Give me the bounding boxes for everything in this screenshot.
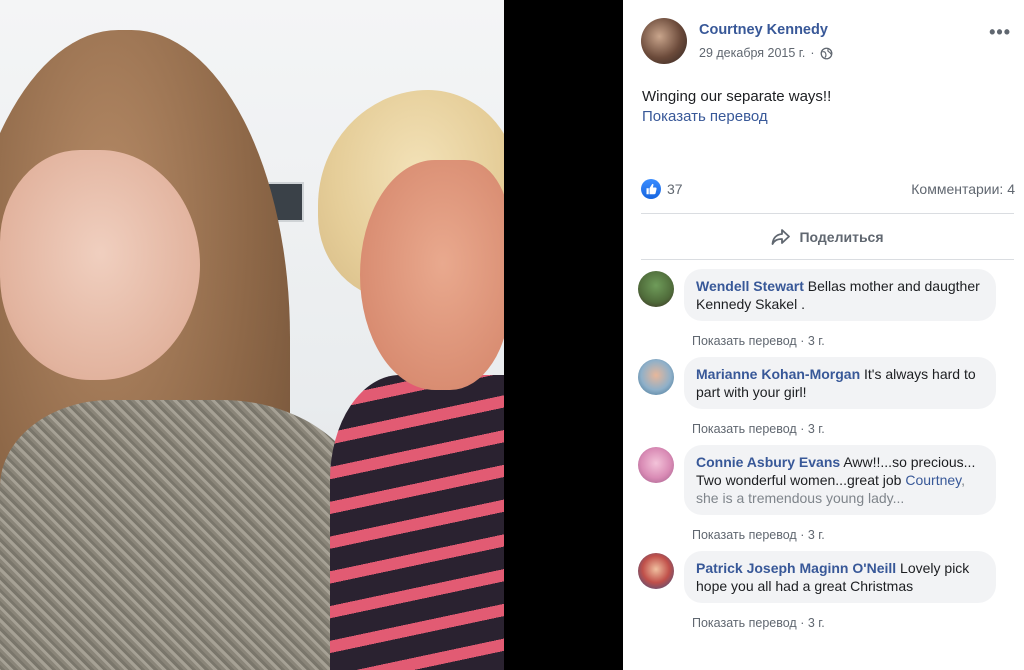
mention-link[interactable]: Courtney — [905, 472, 961, 488]
photo-person-shirt-2 — [330, 375, 504, 670]
share-icon — [772, 229, 791, 245]
share-button[interactable]: Поделиться — [641, 220, 1014, 254]
post-photo[interactable] — [0, 0, 504, 670]
comment-bubble: Connie Asbury Evans Aww!!...so precious.… — [684, 445, 996, 515]
commenter-name[interactable]: Patrick Joseph Maginn O'Neill — [696, 560, 896, 576]
post-meta: 29 декабря 2015 г. · — [699, 46, 833, 60]
separator-dot: · — [796, 616, 808, 630]
show-translation-link[interactable]: Показать перевод — [642, 108, 768, 125]
comment-actions: Показать перевод · 3 г. — [692, 422, 825, 436]
commenter-name[interactable]: Wendell Stewart — [696, 278, 804, 294]
comment-translate-link[interactable]: Показать перевод — [692, 334, 797, 348]
commenter-name[interactable]: Marianne Kohan-Morgan — [696, 366, 860, 382]
commenter-avatar[interactable] — [638, 447, 674, 483]
commenter-avatar[interactable] — [638, 359, 674, 395]
separator-dot: · — [796, 422, 808, 436]
post-date[interactable]: 29 декабря 2015 г. — [699, 46, 805, 60]
separator-dot: · — [796, 334, 808, 348]
comment-age[interactable]: 3 г. — [808, 334, 825, 348]
comment-actions: Показать перевод · 3 г. — [692, 528, 825, 542]
globe-icon[interactable] — [820, 47, 833, 60]
divider — [641, 259, 1014, 260]
photo-person-sweater — [0, 400, 370, 670]
post-header: Courtney Kennedy 29 декабря 2015 г. · ••… — [641, 18, 1011, 66]
like-count[interactable]: 37 — [667, 181, 683, 197]
author-avatar[interactable] — [641, 18, 687, 64]
commenter-name[interactable]: Connie Asbury Evans — [696, 454, 840, 470]
post-sidebar: Courtney Kennedy 29 декабря 2015 г. · ••… — [623, 0, 1024, 670]
comment-bubble: Marianne Kohan-Morgan It's always hard t… — [684, 357, 996, 409]
photo-person-face-2 — [360, 160, 504, 390]
comment-actions: Показать перевод · 3 г. — [692, 334, 825, 348]
reactions-bar: 37 Комментарии: 4 — [641, 178, 1015, 200]
comment-bubble: Patrick Joseph Maginn O'Neill Lovely pic… — [684, 551, 996, 603]
comment-bubble: Wendell Stewart Bellas mother and daugth… — [684, 269, 996, 321]
comment-translate-link[interactable]: Показать перевод — [692, 528, 797, 542]
share-label: Поделиться — [799, 229, 884, 245]
more-icon[interactable]: ••• — [989, 22, 1011, 43]
comments-count[interactable]: Комментарии: 4 — [911, 181, 1015, 197]
commenter-avatar[interactable] — [638, 271, 674, 307]
comments-list: Wendell Stewart Bellas mother and daugth… — [623, 262, 1024, 670]
photo-person-face — [0, 150, 200, 380]
comment-age[interactable]: 3 г. — [808, 616, 825, 630]
comment-age[interactable]: 3 г. — [808, 422, 825, 436]
comment-actions: Показать перевод · 3 г. — [692, 616, 825, 630]
commenter-avatar[interactable] — [638, 553, 674, 589]
comment-age[interactable]: 3 г. — [808, 528, 825, 542]
like-icon[interactable] — [641, 179, 661, 199]
divider — [641, 213, 1014, 214]
separator-dot: · — [810, 46, 815, 60]
separator-dot: · — [796, 528, 808, 542]
comment-translate-link[interactable]: Показать перевод — [692, 422, 797, 436]
comment-translate-link[interactable]: Показать перевод — [692, 616, 797, 630]
post-text: Winging our separate ways!! — [642, 88, 832, 105]
author-name[interactable]: Courtney Kennedy — [699, 22, 828, 38]
